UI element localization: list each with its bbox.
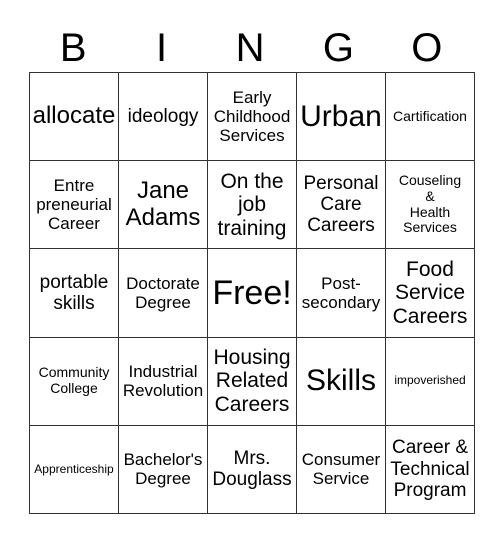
bingo-cell[interactable]: Doctorate Degree	[118, 248, 208, 338]
cell-text: portable skills	[39, 271, 109, 314]
grid-row: Apprenticeship Bachelor's Degree Mrs. Do…	[29, 424, 475, 515]
cell-text: Food Service Careers	[392, 257, 468, 328]
cell-text: Couseling & Health Services	[398, 172, 462, 236]
bingo-cell[interactable]: Early Childhood Services	[207, 71, 297, 162]
bingo-cell[interactable]: portable skills	[29, 248, 119, 338]
header-letter-b: B	[59, 26, 87, 70]
free-space-cell[interactable]: Free!	[207, 248, 297, 338]
cell-text: Career & Technical Program	[390, 437, 470, 501]
bingo-header: B I N G O	[29, 24, 471, 72]
bingo-cell[interactable]: Couseling & Health Services	[385, 160, 475, 250]
grid-row: allocate ideology Early Childhood Servic…	[29, 71, 475, 162]
cell-text: ideology	[127, 105, 199, 127]
bingo-cell[interactable]: Cartification	[385, 71, 475, 162]
bingo-cell[interactable]: Urban	[296, 71, 386, 162]
bingo-cell[interactable]: Apprenticeship	[29, 424, 119, 515]
cell-text: Housing Related Careers	[213, 345, 291, 416]
cell-text: On the job training	[217, 169, 287, 240]
cell-text: Doctorate Degree	[126, 273, 200, 312]
bingo-cell[interactable]: Housing Related Careers	[207, 336, 297, 426]
bingo-cell[interactable]: Consumer Service	[296, 424, 386, 515]
bingo-cell[interactable]: On the job training	[207, 160, 297, 250]
cell-text: Personal Care Careers	[303, 172, 379, 237]
cell-text: impoverished	[394, 373, 466, 388]
bingo-cell[interactable]: Personal Care Careers	[296, 160, 386, 250]
bingo-cell[interactable]: Jane Adams	[118, 160, 208, 250]
bingo-cell[interactable]: Industrial Revolution	[118, 336, 208, 426]
cell-text: Mrs. Douglass	[212, 448, 292, 491]
cell-text: Urban	[300, 99, 382, 133]
cell-text: Jane Adams	[125, 176, 201, 231]
header-letter-n: N	[235, 26, 265, 70]
cell-text: Apprenticeship	[34, 461, 114, 476]
bingo-cell[interactable]: Post- secondary	[296, 248, 386, 338]
bingo-cell[interactable]: ideology	[118, 71, 208, 162]
cell-text: Cartification	[393, 107, 467, 124]
bingo-cell[interactable]: Mrs. Douglass	[207, 424, 297, 515]
bingo-cell[interactable]: Bachelor's Degree	[118, 424, 208, 515]
bingo-cell[interactable]: Skills	[296, 336, 386, 426]
bingo-cell[interactable]: allocate	[29, 71, 119, 162]
cell-text: Early Childhood Services	[213, 88, 291, 146]
bingo-grid: allocate ideology Early Childhood Servic…	[29, 71, 475, 515]
cell-text: Skills	[305, 364, 376, 398]
bingo-cell[interactable]: Entre preneurial Career	[29, 160, 119, 250]
cell-text: Free!	[212, 273, 292, 312]
header-letter-o: O	[411, 26, 443, 70]
cell-text: Post- secondary	[301, 273, 381, 312]
header-letter-g: G	[322, 26, 354, 70]
cell-text: Bachelor's Degree	[123, 450, 203, 489]
bingo-cell[interactable]: Food Service Careers	[385, 248, 475, 338]
grid-row: Entre preneurial Career Jane Adams On th…	[29, 160, 475, 250]
cell-text: Consumer Service	[301, 450, 381, 489]
bingo-cell[interactable]: Community College	[29, 336, 119, 426]
grid-row: portable skills Doctorate Degree Free! P…	[29, 248, 475, 338]
bingo-cell[interactable]: impoverished	[385, 336, 475, 426]
grid-row: Community College Industrial Revolution …	[29, 336, 475, 426]
cell-text: Industrial Revolution	[122, 362, 204, 401]
cell-text: allocate	[32, 102, 116, 130]
bingo-cell[interactable]: Career & Technical Program	[385, 424, 475, 515]
header-letter-i: I	[156, 26, 168, 70]
cell-text: Entre preneurial Career	[36, 176, 112, 234]
cell-text: Community College	[38, 364, 110, 397]
